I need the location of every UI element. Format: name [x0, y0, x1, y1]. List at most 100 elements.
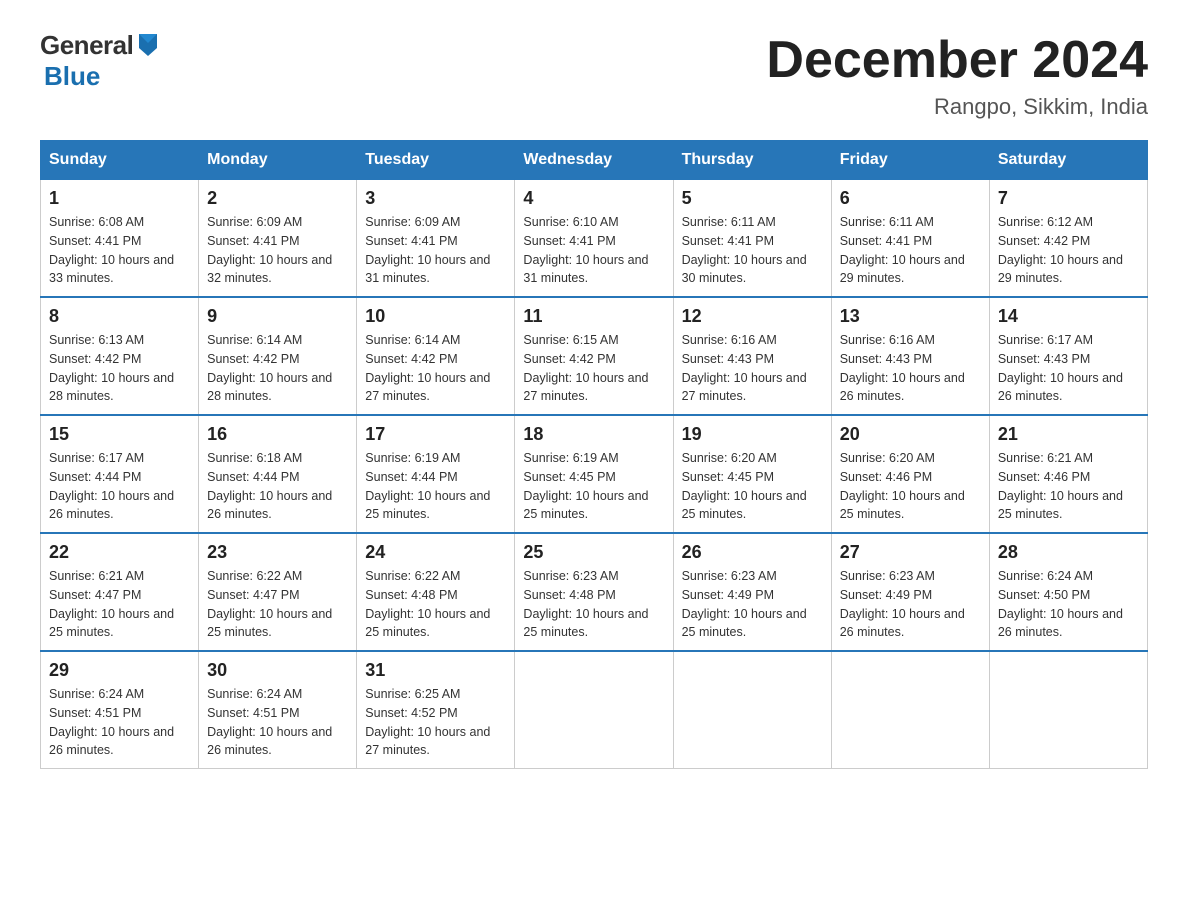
- day-info: Sunrise: 6:18 AM Sunset: 4:44 PM Dayligh…: [207, 449, 348, 524]
- day-info: Sunrise: 6:23 AM Sunset: 4:48 PM Dayligh…: [523, 567, 664, 642]
- col-saturday: Saturday: [989, 141, 1147, 180]
- calendar-cell: 10 Sunrise: 6:14 AM Sunset: 4:42 PM Dayl…: [357, 297, 515, 415]
- day-number: 13: [840, 306, 981, 327]
- calendar-cell: 29 Sunrise: 6:24 AM Sunset: 4:51 PM Dayl…: [41, 651, 199, 769]
- calendar-cell: 23 Sunrise: 6:22 AM Sunset: 4:47 PM Dayl…: [199, 533, 357, 651]
- calendar-cell: 2 Sunrise: 6:09 AM Sunset: 4:41 PM Dayli…: [199, 180, 357, 298]
- day-info: Sunrise: 6:20 AM Sunset: 4:45 PM Dayligh…: [682, 449, 823, 524]
- day-number: 10: [365, 306, 506, 327]
- day-number: 3: [365, 188, 506, 209]
- calendar-cell: 26 Sunrise: 6:23 AM Sunset: 4:49 PM Dayl…: [673, 533, 831, 651]
- calendar-cell: 31 Sunrise: 6:25 AM Sunset: 4:52 PM Dayl…: [357, 651, 515, 769]
- calendar-cell: 15 Sunrise: 6:17 AM Sunset: 4:44 PM Dayl…: [41, 415, 199, 533]
- day-info: Sunrise: 6:17 AM Sunset: 4:43 PM Dayligh…: [998, 331, 1139, 406]
- day-number: 16: [207, 424, 348, 445]
- day-info: Sunrise: 6:23 AM Sunset: 4:49 PM Dayligh…: [682, 567, 823, 642]
- calendar-title-block: December 2024 Rangpo, Sikkim, India: [766, 30, 1148, 120]
- day-number: 21: [998, 424, 1139, 445]
- day-info: Sunrise: 6:24 AM Sunset: 4:50 PM Dayligh…: [998, 567, 1139, 642]
- calendar-cell: 24 Sunrise: 6:22 AM Sunset: 4:48 PM Dayl…: [357, 533, 515, 651]
- col-wednesday: Wednesday: [515, 141, 673, 180]
- day-number: 19: [682, 424, 823, 445]
- col-monday: Monday: [199, 141, 357, 180]
- day-number: 30: [207, 660, 348, 681]
- day-info: Sunrise: 6:22 AM Sunset: 4:47 PM Dayligh…: [207, 567, 348, 642]
- day-number: 2: [207, 188, 348, 209]
- calendar-week-row: 8 Sunrise: 6:13 AM Sunset: 4:42 PM Dayli…: [41, 297, 1148, 415]
- calendar-cell: 5 Sunrise: 6:11 AM Sunset: 4:41 PM Dayli…: [673, 180, 831, 298]
- day-info: Sunrise: 6:15 AM Sunset: 4:42 PM Dayligh…: [523, 331, 664, 406]
- day-info: Sunrise: 6:08 AM Sunset: 4:41 PM Dayligh…: [49, 213, 190, 288]
- day-info: Sunrise: 6:12 AM Sunset: 4:42 PM Dayligh…: [998, 213, 1139, 288]
- calendar-cell: 25 Sunrise: 6:23 AM Sunset: 4:48 PM Dayl…: [515, 533, 673, 651]
- col-sunday: Sunday: [41, 141, 199, 180]
- calendar-cell: [673, 651, 831, 769]
- day-info: Sunrise: 6:17 AM Sunset: 4:44 PM Dayligh…: [49, 449, 190, 524]
- day-number: 27: [840, 542, 981, 563]
- day-number: 22: [49, 542, 190, 563]
- day-info: Sunrise: 6:16 AM Sunset: 4:43 PM Dayligh…: [682, 331, 823, 406]
- calendar-cell: 18 Sunrise: 6:19 AM Sunset: 4:45 PM Dayl…: [515, 415, 673, 533]
- logo-blue-text: Blue: [44, 61, 100, 91]
- calendar-cell: 27 Sunrise: 6:23 AM Sunset: 4:49 PM Dayl…: [831, 533, 989, 651]
- calendar-cell: 19 Sunrise: 6:20 AM Sunset: 4:45 PM Dayl…: [673, 415, 831, 533]
- day-number: 26: [682, 542, 823, 563]
- day-number: 4: [523, 188, 664, 209]
- day-info: Sunrise: 6:20 AM Sunset: 4:46 PM Dayligh…: [840, 449, 981, 524]
- day-info: Sunrise: 6:09 AM Sunset: 4:41 PM Dayligh…: [207, 213, 348, 288]
- calendar-cell: 13 Sunrise: 6:16 AM Sunset: 4:43 PM Dayl…: [831, 297, 989, 415]
- calendar-cell: 16 Sunrise: 6:18 AM Sunset: 4:44 PM Dayl…: [199, 415, 357, 533]
- calendar-cell: 28 Sunrise: 6:24 AM Sunset: 4:50 PM Dayl…: [989, 533, 1147, 651]
- col-thursday: Thursday: [673, 141, 831, 180]
- calendar-cell: 1 Sunrise: 6:08 AM Sunset: 4:41 PM Dayli…: [41, 180, 199, 298]
- col-tuesday: Tuesday: [357, 141, 515, 180]
- calendar-cell: 12 Sunrise: 6:16 AM Sunset: 4:43 PM Dayl…: [673, 297, 831, 415]
- day-info: Sunrise: 6:23 AM Sunset: 4:49 PM Dayligh…: [840, 567, 981, 642]
- day-number: 6: [840, 188, 981, 209]
- day-info: Sunrise: 6:25 AM Sunset: 4:52 PM Dayligh…: [365, 685, 506, 760]
- day-number: 12: [682, 306, 823, 327]
- calendar-cell: 3 Sunrise: 6:09 AM Sunset: 4:41 PM Dayli…: [357, 180, 515, 298]
- calendar-cell: 9 Sunrise: 6:14 AM Sunset: 4:42 PM Dayli…: [199, 297, 357, 415]
- calendar-table: Sunday Monday Tuesday Wednesday Thursday…: [40, 140, 1148, 769]
- day-info: Sunrise: 6:16 AM Sunset: 4:43 PM Dayligh…: [840, 331, 981, 406]
- day-number: 5: [682, 188, 823, 209]
- day-number: 31: [365, 660, 506, 681]
- calendar-title: December 2024: [766, 30, 1148, 90]
- calendar-cell: 4 Sunrise: 6:10 AM Sunset: 4:41 PM Dayli…: [515, 180, 673, 298]
- day-info: Sunrise: 6:14 AM Sunset: 4:42 PM Dayligh…: [207, 331, 348, 406]
- day-number: 7: [998, 188, 1139, 209]
- calendar-subtitle: Rangpo, Sikkim, India: [766, 94, 1148, 120]
- day-number: 29: [49, 660, 190, 681]
- calendar-cell: 6 Sunrise: 6:11 AM Sunset: 4:41 PM Dayli…: [831, 180, 989, 298]
- page-header: General Blue December 2024 Rangpo, Sikki…: [40, 30, 1148, 120]
- col-friday: Friday: [831, 141, 989, 180]
- day-info: Sunrise: 6:19 AM Sunset: 4:44 PM Dayligh…: [365, 449, 506, 524]
- day-info: Sunrise: 6:11 AM Sunset: 4:41 PM Dayligh…: [840, 213, 981, 288]
- day-number: 11: [523, 306, 664, 327]
- day-info: Sunrise: 6:22 AM Sunset: 4:48 PM Dayligh…: [365, 567, 506, 642]
- day-number: 18: [523, 424, 664, 445]
- day-number: 15: [49, 424, 190, 445]
- day-number: 8: [49, 306, 190, 327]
- day-info: Sunrise: 6:14 AM Sunset: 4:42 PM Dayligh…: [365, 331, 506, 406]
- calendar-week-row: 29 Sunrise: 6:24 AM Sunset: 4:51 PM Dayl…: [41, 651, 1148, 769]
- day-number: 28: [998, 542, 1139, 563]
- calendar-cell: 14 Sunrise: 6:17 AM Sunset: 4:43 PM Dayl…: [989, 297, 1147, 415]
- calendar-cell: 30 Sunrise: 6:24 AM Sunset: 4:51 PM Dayl…: [199, 651, 357, 769]
- calendar-week-row: 22 Sunrise: 6:21 AM Sunset: 4:47 PM Dayl…: [41, 533, 1148, 651]
- logo-arrow-icon: [135, 30, 161, 61]
- day-number: 25: [523, 542, 664, 563]
- calendar-week-row: 15 Sunrise: 6:17 AM Sunset: 4:44 PM Dayl…: [41, 415, 1148, 533]
- calendar-cell: [515, 651, 673, 769]
- calendar-cell: 8 Sunrise: 6:13 AM Sunset: 4:42 PM Dayli…: [41, 297, 199, 415]
- day-info: Sunrise: 6:21 AM Sunset: 4:47 PM Dayligh…: [49, 567, 190, 642]
- day-info: Sunrise: 6:24 AM Sunset: 4:51 PM Dayligh…: [49, 685, 190, 760]
- day-info: Sunrise: 6:19 AM Sunset: 4:45 PM Dayligh…: [523, 449, 664, 524]
- day-number: 14: [998, 306, 1139, 327]
- calendar-cell: [989, 651, 1147, 769]
- day-number: 9: [207, 306, 348, 327]
- day-info: Sunrise: 6:10 AM Sunset: 4:41 PM Dayligh…: [523, 213, 664, 288]
- day-info: Sunrise: 6:21 AM Sunset: 4:46 PM Dayligh…: [998, 449, 1139, 524]
- logo: General Blue: [40, 30, 161, 92]
